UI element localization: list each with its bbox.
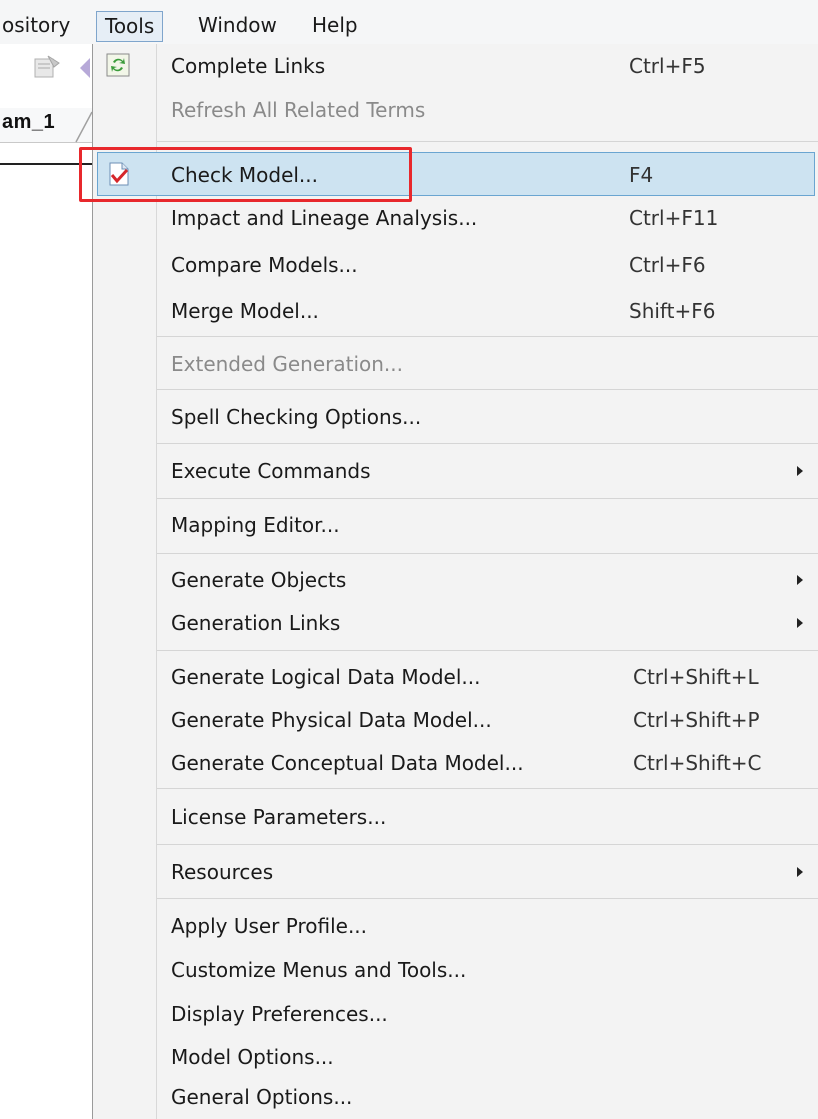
menu-item-execute-commands[interactable]: Execute Commands	[97, 449, 815, 493]
menu-item-customize-menus-tools[interactable]: Customize Menus and Tools...	[97, 948, 815, 992]
menu-item-label: Display Preferences...	[171, 1002, 388, 1026]
diagram-tab-label: am_1	[2, 111, 56, 133]
menu-separator	[157, 141, 818, 142]
menu-separator	[157, 336, 818, 337]
menu-item-shortcut: Shift+F6	[629, 299, 716, 323]
menu-separator	[157, 553, 818, 554]
menu-help[interactable]: Help	[304, 9, 366, 41]
annotation-highlight-box	[79, 147, 412, 202]
menu-item-label: General Options...	[171, 1085, 353, 1109]
submenu-arrow-icon	[797, 867, 803, 877]
menu-item-shortcut: Ctrl+Shift+P	[633, 708, 760, 732]
menu-item-label: Compare Models...	[171, 253, 358, 277]
menu-item-shortcut: Ctrl+F5	[629, 54, 706, 78]
menu-separator	[157, 898, 818, 899]
menu-item-label: Generate Objects	[171, 568, 347, 592]
menu-item-label: Complete Links	[171, 54, 326, 78]
menu-separator	[157, 443, 818, 444]
menu-item-label: Model Options...	[171, 1045, 334, 1069]
menu-bar: ository Tools Window Help	[0, 0, 818, 44]
menu-item-label: Impact and Lineage Analysis...	[171, 206, 478, 230]
menu-item-label: Resources	[171, 860, 274, 884]
menu-separator	[157, 788, 818, 789]
menu-item-complete-links[interactable]: Complete Links Ctrl+F5	[97, 44, 815, 88]
menu-item-label: Generate Physical Data Model...	[171, 708, 492, 732]
menu-item-label: Generate Logical Data Model...	[171, 665, 481, 689]
properties-icon[interactable]	[32, 53, 62, 81]
complete-links-icon	[105, 52, 131, 78]
menu-item-apply-user-profile[interactable]: Apply User Profile...	[97, 904, 815, 948]
menu-item-extended-generation[interactable]: Extended Generation...	[97, 342, 815, 386]
menu-item-label: Execute Commands	[171, 459, 371, 483]
menu-tools[interactable]: Tools	[96, 11, 164, 42]
tools-dropdown-menu: Complete Links Ctrl+F5 Refresh All Relat…	[92, 44, 818, 1119]
menu-item-mapping-editor[interactable]: Mapping Editor...	[97, 503, 815, 547]
submenu-arrow-icon	[797, 575, 803, 585]
menu-item-resources[interactable]: Resources	[97, 850, 815, 894]
menu-item-label: Extended Generation...	[171, 352, 403, 376]
menu-item-impact-lineage-analysis[interactable]: Impact and Lineage Analysis... Ctrl+F11	[97, 196, 815, 240]
menu-item-general-options[interactable]: General Options...	[97, 1075, 815, 1119]
menu-item-compare-models[interactable]: Compare Models... Ctrl+F6	[97, 243, 815, 287]
menu-item-label: Generate Conceptual Data Model...	[171, 751, 524, 775]
menu-item-generate-conceptual-data-model[interactable]: Generate Conceptual Data Model... Ctrl+S…	[97, 741, 815, 785]
menu-item-generate-physical-data-model[interactable]: Generate Physical Data Model... Ctrl+Shi…	[97, 698, 815, 742]
menu-item-shortcut: Ctrl+Shift+C	[633, 751, 762, 775]
menu-separator	[157, 498, 818, 499]
menu-item-label: Apply User Profile...	[171, 914, 368, 938]
menu-item-label: Refresh All Related Terms	[171, 98, 426, 122]
menu-separator	[157, 650, 818, 651]
submenu-arrow-icon	[797, 618, 803, 628]
menu-item-merge-model[interactable]: Merge Model... Shift+F6	[97, 289, 815, 333]
menu-item-label: Generation Links	[171, 611, 341, 635]
menu-item-display-preferences[interactable]: Display Preferences...	[97, 992, 815, 1036]
menu-item-generate-logical-data-model[interactable]: Generate Logical Data Model... Ctrl+Shif…	[97, 655, 815, 699]
menu-item-spell-checking-options[interactable]: Spell Checking Options...	[97, 395, 815, 439]
menu-item-shortcut: F4	[629, 163, 654, 187]
menu-item-label: Mapping Editor...	[171, 513, 340, 537]
menu-repository[interactable]: ository	[0, 9, 78, 41]
menu-item-label: License Parameters...	[171, 805, 387, 829]
menu-item-shortcut: Ctrl+F11	[629, 206, 719, 230]
menu-window[interactable]: Window	[190, 9, 285, 41]
menu-item-label: Customize Menus and Tools...	[171, 958, 467, 982]
submenu-arrow-icon	[797, 466, 803, 476]
menu-separator	[157, 844, 818, 845]
menu-item-shortcut: Ctrl+F6	[629, 253, 706, 277]
menu-item-model-options[interactable]: Model Options...	[97, 1035, 815, 1079]
menu-item-generate-objects[interactable]: Generate Objects	[97, 558, 815, 602]
menu-item-label: Merge Model...	[171, 299, 319, 323]
menu-separator	[157, 389, 818, 390]
menu-item-label: Spell Checking Options...	[171, 405, 422, 429]
menu-item-shortcut: Ctrl+Shift+L	[633, 665, 759, 689]
menu-item-refresh-all-related-terms[interactable]: Refresh All Related Terms	[97, 88, 815, 132]
menu-item-generation-links[interactable]: Generation Links	[97, 601, 815, 645]
menu-item-license-parameters[interactable]: License Parameters...	[97, 795, 815, 839]
